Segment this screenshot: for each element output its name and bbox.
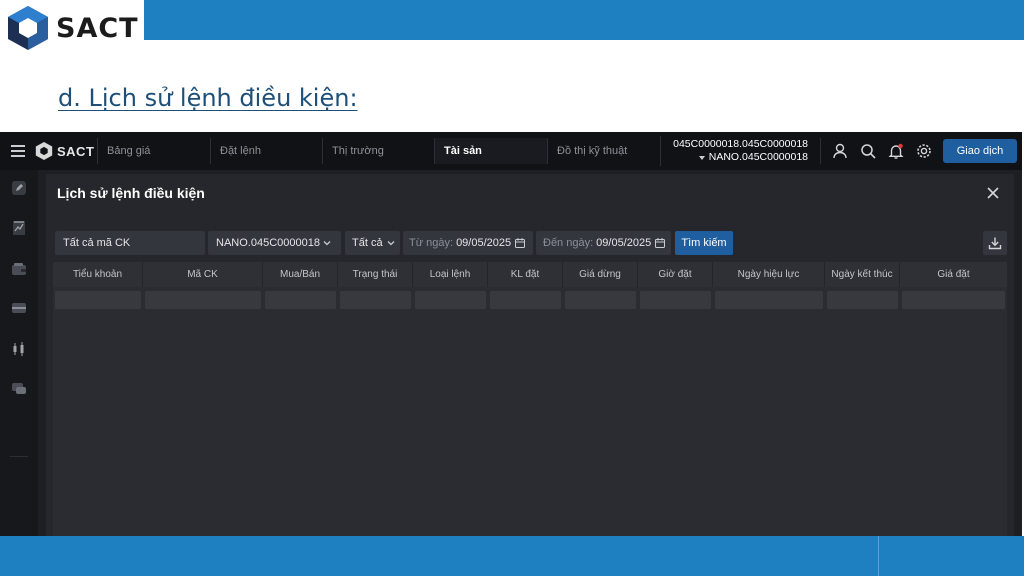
column-filter-input[interactable] (143, 288, 263, 312)
nav-logo-text: SACT (57, 143, 95, 159)
calendar-icon (655, 238, 666, 248)
edit-icon[interactable] (11, 180, 27, 196)
sact-logo: SACT (0, 0, 144, 56)
chevron-down-icon (323, 241, 331, 246)
account-sub: NANO.045C0000018 (708, 151, 808, 163)
column-filter-input[interactable] (638, 288, 713, 312)
column-header-mua-ban[interactable]: Mua/Bán (263, 262, 338, 287)
column-header-gia-dat[interactable]: Giá đặt (900, 262, 1007, 287)
sact-logo-icon (8, 6, 48, 50)
wallet-icon[interactable] (11, 261, 27, 277)
panel-header: Lịch sử lệnh điều kiện (46, 174, 1014, 212)
nav-logo-icon (35, 142, 53, 160)
menu-icon[interactable] (11, 145, 25, 157)
column-filter-input[interactable] (413, 288, 488, 312)
column-header-gia-dung[interactable]: Giá dừng (563, 262, 638, 287)
column-filter-input[interactable] (488, 288, 563, 312)
account-select[interactable]: NANO.045C0000018 (208, 231, 341, 255)
from-date-value: 09/05/2025 (456, 237, 512, 249)
download-icon (988, 237, 1002, 250)
side-select[interactable]: Tất cả (345, 231, 400, 255)
caret-down-icon (698, 155, 705, 160)
column-header-ngay-hieu-luc[interactable]: Ngày hiệu lực (713, 262, 825, 287)
from-date-label: Từ ngày: (409, 237, 454, 249)
panel-title: Lịch sử lệnh điều kiện (57, 185, 205, 201)
column-filter-input[interactable] (713, 288, 825, 312)
column-header-tieu-khoan[interactable]: Tiểu khoản (53, 262, 143, 287)
bottom-banner (0, 536, 1024, 576)
column-filter-input[interactable] (338, 288, 413, 312)
chevron-down-icon (387, 241, 395, 246)
column-header-ma-ck[interactable]: Mã CK (143, 262, 263, 287)
column-filter-input[interactable] (825, 288, 900, 312)
nav-item-tai-san[interactable]: Tài sản (434, 138, 547, 164)
order-history-table: Tiểu khoản Mã CK Mua/Bán Trạng thái Loại… (53, 262, 1007, 536)
to-date-value: 09/05/2025 (596, 237, 652, 249)
column-header-gio-dat[interactable]: Giờ đặt (638, 262, 713, 287)
search-button[interactable]: Tìm kiếm (675, 231, 733, 255)
conditional-order-history-panel: Lịch sử lệnh điều kiện Tất cả mã CK NANO… (46, 174, 1014, 536)
user-icon[interactable] (831, 142, 849, 160)
column-header-trang-thai[interactable]: Trạng thái (338, 262, 413, 287)
top-banner (144, 0, 1024, 40)
app-screenshot: SACT Bảng giá Đặt lệnh Thị trường Tài sả… (0, 132, 1022, 536)
close-icon[interactable] (986, 186, 1000, 200)
account-primary: 045C0000018.045C0000018 (673, 138, 808, 150)
nav-icons (820, 138, 933, 164)
symbol-input[interactable]: Tất cả mã CK (55, 231, 205, 255)
column-filter-input[interactable] (263, 288, 338, 312)
column-header-loai-lenh[interactable]: Loại lệnh (413, 262, 488, 287)
nav-item-bang-gia[interactable]: Bảng giá (97, 138, 210, 164)
column-filter-input[interactable] (900, 288, 1007, 312)
account-select-value: NANO.045C0000018 (216, 237, 320, 249)
table-header: Tiểu khoản Mã CK Mua/Bán Trạng thái Loại… (53, 262, 1007, 287)
account-selector[interactable]: 045C0000018.045C0000018 NANO.045C0000018 (660, 136, 816, 166)
side-select-value: Tất cả (352, 237, 383, 249)
to-date-label: Đến ngày: (543, 237, 594, 249)
table-filter-row (53, 288, 1007, 312)
page-heading: d. Lịch sử lệnh điều kiện: (58, 84, 358, 112)
trade-button[interactable]: Giao dịch (943, 139, 1017, 163)
slide: SACT d. Lịch sử lệnh điều kiện: SACT Bản… (0, 0, 1024, 576)
calendar-icon (515, 238, 526, 248)
column-filter-input[interactable] (53, 288, 143, 312)
filter-bar: Tất cả mã CK NANO.045C0000018 Tất cả Từ … (55, 231, 1007, 255)
gear-icon[interactable] (915, 142, 933, 160)
bell-icon[interactable] (887, 142, 905, 160)
search-icon[interactable] (859, 142, 877, 160)
card-icon[interactable] (11, 300, 27, 316)
to-date-picker[interactable]: Đến ngày: 09/05/2025 (536, 231, 671, 255)
bottom-divider (878, 536, 879, 576)
column-header-kl-dat[interactable]: KL đặt (488, 262, 563, 287)
top-navigation: SACT Bảng giá Đặt lệnh Thị trường Tài sả… (0, 132, 1022, 170)
nav-item-dat-lenh[interactable]: Đặt lệnh (210, 138, 322, 164)
download-button[interactable] (983, 231, 1007, 255)
column-header-ngay-ket-thuc[interactable]: Ngày kết thúc (825, 262, 900, 287)
sidebar-divider (10, 456, 28, 457)
chart-doc-icon[interactable] (11, 220, 27, 236)
nav-item-do-thi-ky-thuat[interactable]: Đồ thị kỹ thuật (547, 138, 660, 164)
from-date-picker[interactable]: Từ ngày: 09/05/2025 (403, 231, 533, 255)
nav-logo[interactable]: SACT (35, 141, 97, 161)
column-filter-input[interactable] (563, 288, 638, 312)
left-sidebar (0, 170, 38, 536)
chat-icon[interactable] (11, 381, 27, 397)
symbol-input-value: Tất cả mã CK (63, 237, 131, 249)
nav-item-thi-truong[interactable]: Thị trường (322, 138, 434, 164)
logo-text: SACT (56, 12, 139, 44)
candlestick-icon[interactable] (11, 341, 27, 357)
